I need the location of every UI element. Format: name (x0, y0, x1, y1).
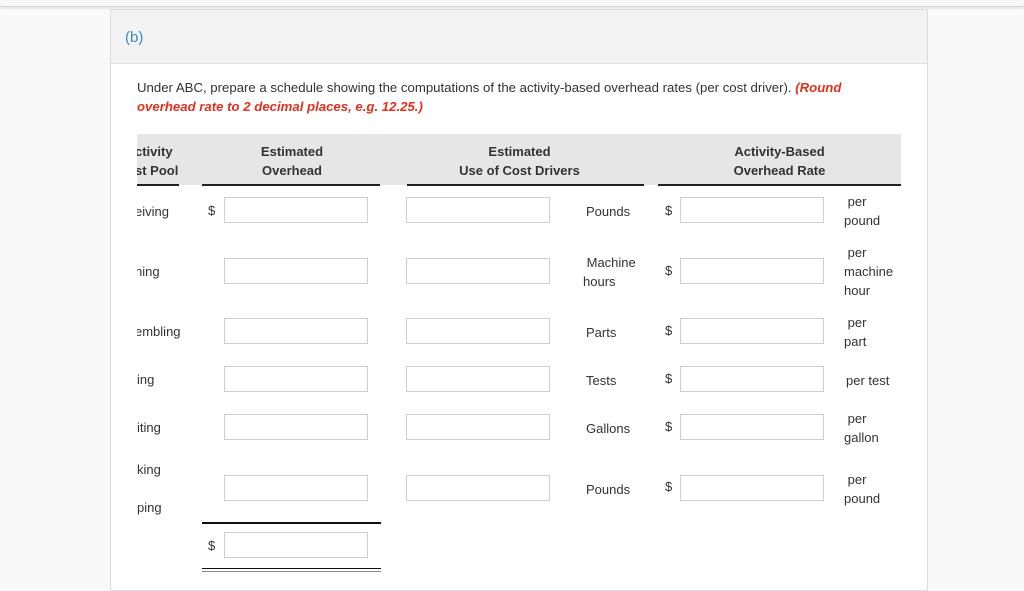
header-activity-cost-pool: ctivity st Pool (137, 142, 178, 180)
driver-unit: Pounds (586, 482, 631, 497)
dollar-sign: $ (208, 203, 216, 218)
total-top-rule (202, 522, 381, 524)
estimated-driver-use-input[interactable] (406, 258, 550, 284)
header-underline (202, 184, 380, 186)
header-overhead-line2: Overhead (262, 163, 322, 178)
abc-schedule-table: ctivity st Pool Estimated Overhead Estim… (137, 134, 902, 580)
activity-label: king (137, 462, 161, 477)
total-double-rule (202, 568, 381, 569)
rounding-note-start: (Round (795, 80, 842, 95)
instructions: Under ABC, prepare a schedule showing th… (137, 78, 877, 116)
overhead-rate-input[interactable] (680, 318, 824, 344)
driver-unit: Gallons (586, 421, 631, 436)
header-activity-line1: ctivity (137, 144, 173, 159)
top-bar (0, 0, 1024, 7)
rate-unit: per gallon (844, 409, 879, 447)
estimated-driver-use-input[interactable] (406, 318, 550, 344)
overhead-rate-input[interactable] (680, 197, 824, 223)
estimated-driver-use-input[interactable] (406, 414, 550, 440)
rate-unit-line2: part (844, 334, 867, 349)
estimated-overhead-input[interactable] (224, 318, 368, 344)
activity-label: ning (137, 264, 160, 279)
activity-label: ping (137, 500, 162, 515)
dollar-sign: $ (665, 323, 673, 338)
rate-unit-line1: per (847, 411, 867, 426)
part-label: (b) (125, 29, 144, 46)
total-overhead-input[interactable] (224, 532, 368, 558)
header-overhead-line1: Estimated (260, 144, 324, 159)
driver-unit: Pounds (586, 204, 631, 219)
driver-unit: Parts (586, 325, 617, 340)
header-drivers-line1: Estimated (488, 144, 551, 159)
header-rate-line2: Overhead Rate (733, 163, 826, 178)
header-activity-line2: st Pool (137, 163, 179, 178)
overhead-rate-input[interactable] (680, 366, 824, 392)
estimated-driver-use-input[interactable] (406, 197, 550, 223)
activity-label: ing (137, 372, 155, 387)
driver-unit-line1: Machine (586, 255, 636, 270)
driver-unit-line2: hours (583, 274, 616, 289)
header-drivers-line2: Use of Cost Drivers (459, 163, 580, 178)
rounding-note: overhead rate to 2 decimal places, e.g. … (137, 99, 423, 114)
rate-unit-line1: per (847, 315, 867, 330)
estimated-overhead-input[interactable] (224, 414, 368, 440)
header-activity-based-overhead-rate: Activity-Based Overhead Rate (712, 142, 847, 180)
rate-unit-line2: gallon (844, 430, 879, 445)
estimated-driver-use-input[interactable] (406, 475, 550, 501)
rate-unit-line1: per (847, 194, 867, 209)
rate-unit-line3: hour (844, 283, 871, 298)
header-underline (407, 184, 644, 186)
estimated-driver-use-input[interactable] (406, 366, 550, 392)
dollar-sign: $ (208, 538, 216, 553)
activity-label: iting (137, 420, 161, 435)
rate-unit: per pound (844, 192, 880, 230)
dollar-sign: $ (665, 203, 673, 218)
header-underline (658, 184, 901, 186)
activity-label: embling (137, 324, 181, 339)
rate-unit-line1: per (847, 245, 867, 260)
rate-unit-line2: machine (844, 264, 894, 279)
activity-label: eiving (137, 204, 169, 219)
overhead-rate-input[interactable] (680, 475, 824, 501)
dollar-sign: $ (665, 419, 673, 434)
rate-unit-line2: pound (844, 213, 881, 228)
driver-unit: Tests (586, 373, 617, 388)
estimated-overhead-input[interactable] (224, 366, 368, 392)
header-underline (137, 184, 179, 186)
total-double-rule (202, 571, 381, 572)
rate-unit: per pound (844, 470, 880, 508)
rate-unit: per machine hour (844, 243, 893, 300)
estimated-overhead-input[interactable] (224, 197, 368, 223)
dollar-sign: $ (665, 479, 673, 494)
rate-unit-line2: pound (844, 491, 881, 506)
header-rate-line1: Activity-Based (734, 144, 825, 159)
overhead-rate-input[interactable] (680, 414, 824, 440)
header-estimated-overhead: Estimated Overhead (227, 142, 357, 180)
dollar-sign: $ (665, 371, 673, 386)
driver-unit: Machine hours (583, 253, 636, 291)
overhead-rate-input[interactable] (680, 258, 824, 284)
rate-unit: per part (844, 313, 866, 351)
estimated-overhead-input[interactable] (224, 475, 368, 501)
instructions-text: Under ABC, prepare a schedule showing th… (137, 80, 796, 95)
header-estimated-use-of-cost-drivers: Estimated Use of Cost Drivers (437, 142, 602, 180)
estimated-overhead-input[interactable] (224, 258, 368, 284)
rate-unit: per test (846, 373, 890, 388)
dollar-sign: $ (665, 263, 673, 278)
rate-unit-line1: per (847, 472, 867, 487)
panel-header: (b) (111, 10, 927, 64)
